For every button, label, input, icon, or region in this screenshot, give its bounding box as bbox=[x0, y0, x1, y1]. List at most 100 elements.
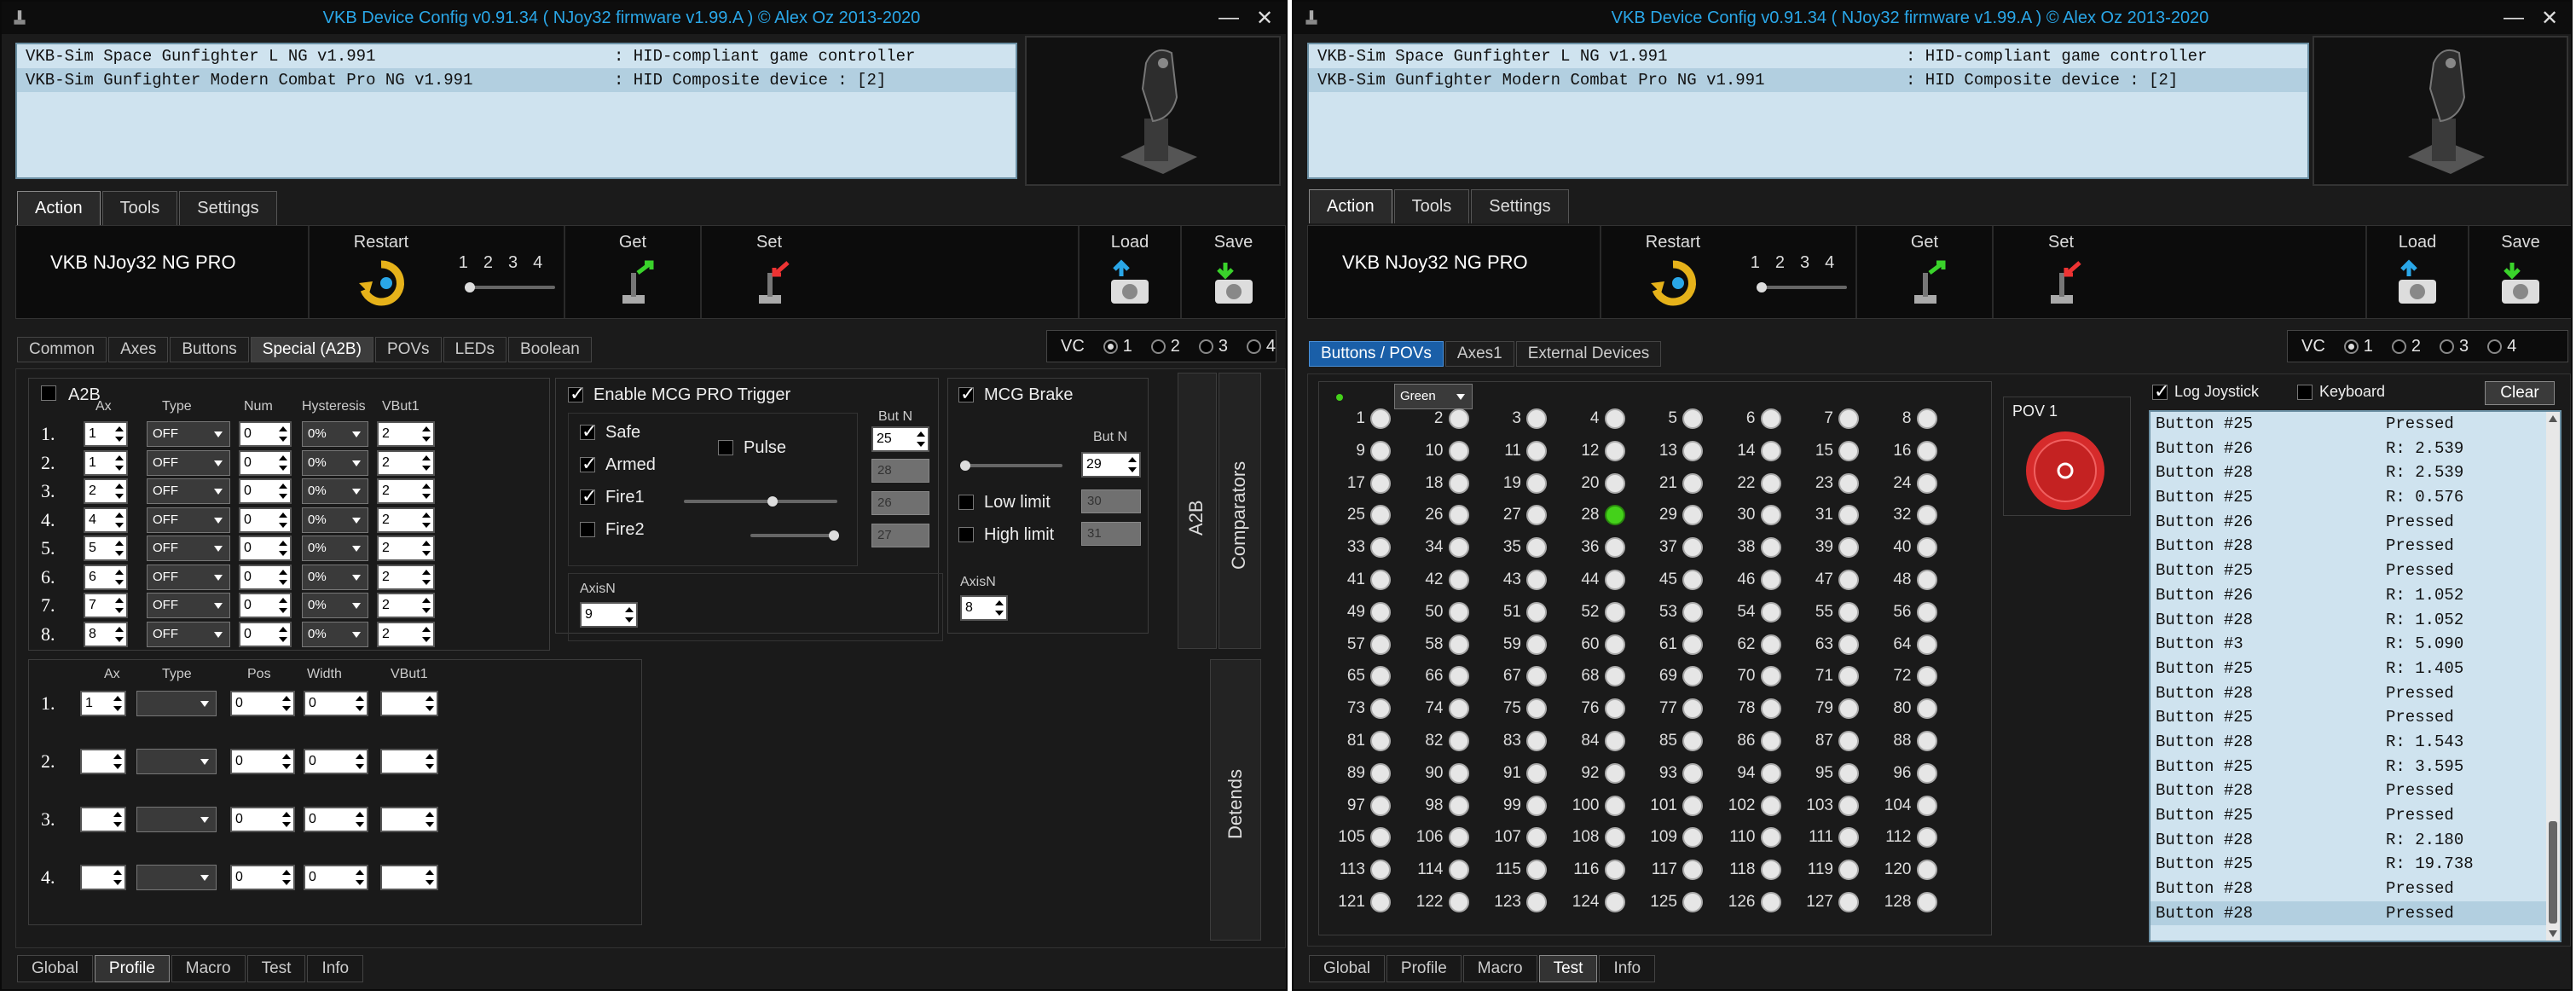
detent-pos-spinner[interactable]: 0 bbox=[230, 807, 295, 832]
subtab-external-devices[interactable]: External Devices bbox=[1515, 341, 1662, 367]
minimize-button[interactable]: — bbox=[2499, 5, 2528, 31]
detent-vbut-spinner[interactable] bbox=[380, 865, 438, 890]
a2b-num-spinner[interactable]: 0 bbox=[239, 507, 292, 533]
a2b-type-select[interactable]: OFF bbox=[147, 564, 230, 590]
detent-axis-spinner[interactable]: 1 bbox=[80, 691, 126, 716]
safe-button-number[interactable]: 25 bbox=[871, 426, 929, 452]
bottom-tab-macro[interactable]: Macro bbox=[1462, 955, 1537, 982]
keyboard-checkbox[interactable] bbox=[2297, 385, 2313, 400]
fire1-checkbox[interactable] bbox=[580, 485, 597, 507]
close-button[interactable]: ✕ bbox=[2535, 5, 2564, 31]
detent-axis-spinner[interactable] bbox=[80, 807, 126, 832]
detent-width-spinner[interactable]: 0 bbox=[304, 865, 368, 890]
log-scroll-thumb[interactable] bbox=[2549, 821, 2557, 924]
detent-type-select[interactable] bbox=[136, 691, 217, 716]
vc-radio[interactable] bbox=[2391, 339, 2406, 354]
virtual-controller-selector[interactable]: VC 1 2 3 4 bbox=[1046, 330, 1276, 362]
slot-slider[interactable] bbox=[1757, 282, 1847, 292]
vc-radio[interactable] bbox=[1150, 339, 1166, 354]
clear-log-button[interactable]: Clear bbox=[2485, 381, 2555, 405]
slot-selector[interactable]: 1234 bbox=[453, 226, 564, 318]
detents-vertical-tab[interactable]: Detends bbox=[1210, 659, 1261, 941]
tab-tools[interactable]: Tools bbox=[1393, 189, 1470, 223]
a2b-type-select[interactable]: OFF bbox=[147, 593, 230, 618]
a2b-axis-spinner[interactable]: 2 bbox=[84, 478, 128, 504]
a2b-num-spinner[interactable]: 0 bbox=[239, 421, 292, 447]
a2b-num-spinner[interactable]: 0 bbox=[239, 593, 292, 618]
a2b-vbut-spinner[interactable]: 2 bbox=[377, 621, 435, 647]
a2b-hysteresis-select[interactable]: 0% bbox=[302, 421, 368, 447]
a2b-type-select[interactable]: OFF bbox=[147, 478, 230, 504]
detent-vbut-spinner[interactable] bbox=[380, 691, 438, 716]
safe-checkbox[interactable] bbox=[580, 420, 597, 443]
slot-slider[interactable] bbox=[465, 282, 555, 292]
tab-action[interactable]: Action bbox=[1309, 189, 1392, 223]
a2b-axis-spinner[interactable]: 1 bbox=[84, 421, 128, 447]
a2b-axis-spinner[interactable]: 1 bbox=[84, 449, 128, 476]
a2b-type-select[interactable]: OFF bbox=[147, 621, 230, 647]
detent-pos-spinner[interactable]: 0 bbox=[230, 749, 295, 774]
get-button[interactable]: Get bbox=[564, 226, 700, 318]
set-button[interactable]: Set bbox=[1992, 226, 2128, 318]
input-log[interactable]: Button #25 Pressed Button #26 R: 2.539 Butto… bbox=[2149, 410, 2562, 942]
a2b-num-spinner[interactable]: 0 bbox=[239, 564, 292, 590]
fire1-slider[interactable] bbox=[684, 496, 837, 507]
comparators-vertical-tab[interactable]: Comparators bbox=[1219, 373, 1261, 649]
a2b-checkbox[interactable] bbox=[41, 385, 56, 401]
brake-slider[interactable] bbox=[960, 460, 1062, 471]
minimize-button[interactable]: — bbox=[1214, 5, 1243, 31]
a2b-vbut-spinner[interactable]: 2 bbox=[377, 478, 435, 504]
a2b-axis-spinner[interactable]: 8 bbox=[84, 621, 128, 647]
vc-radio[interactable] bbox=[1198, 339, 1213, 354]
a2b-axis-spinner[interactable]: 7 bbox=[84, 593, 128, 618]
detent-width-spinner[interactable]: 0 bbox=[304, 691, 368, 716]
vc-radio[interactable] bbox=[2487, 339, 2503, 354]
device-item[interactable]: VKB-Sim Gunfighter Modern Combat Pro NG … bbox=[1309, 68, 2307, 92]
bottom-tab-test[interactable]: Test bbox=[246, 955, 306, 982]
a2b-type-select[interactable]: OFF bbox=[147, 507, 230, 533]
fire2-checkbox[interactable] bbox=[580, 522, 595, 537]
bottom-tab-info[interactable]: Info bbox=[1599, 955, 1656, 982]
detent-axis-spinner[interactable] bbox=[80, 749, 126, 774]
a2b-axis-spinner[interactable]: 6 bbox=[84, 564, 128, 590]
a2b-axis-spinner[interactable]: 4 bbox=[84, 507, 128, 533]
device-item[interactable]: VKB-Sim Space Gunfighter L NG v1.991: HI… bbox=[1309, 44, 2307, 68]
a2b-vbut-spinner[interactable]: 2 bbox=[377, 507, 435, 533]
close-button[interactable]: ✕ bbox=[1250, 5, 1279, 31]
device-item[interactable]: VKB-Sim Gunfighter Modern Combat Pro NG … bbox=[17, 68, 1016, 92]
a2b-vbut-spinner[interactable]: 2 bbox=[377, 564, 435, 590]
detent-axis-spinner[interactable] bbox=[80, 865, 126, 890]
a2b-vertical-tab[interactable]: A2B bbox=[1178, 373, 1217, 649]
a2b-type-select[interactable]: OFF bbox=[147, 449, 230, 476]
device-list[interactable]: VKB-Sim Space Gunfighter L NG v1.991: HI… bbox=[1307, 43, 2309, 179]
vc-radio[interactable] bbox=[1246, 339, 1261, 354]
bottom-tab-global[interactable]: Global bbox=[1309, 955, 1385, 982]
bottom-tab-macro[interactable]: Macro bbox=[171, 955, 246, 982]
vc-radio[interactable] bbox=[2440, 339, 2455, 354]
restart-button[interactable]: Restart bbox=[308, 226, 453, 318]
device-item[interactable]: VKB-Sim Space Gunfighter L NG v1.991: HI… bbox=[17, 44, 1016, 68]
set-button[interactable]: Set bbox=[700, 226, 836, 318]
detent-width-spinner[interactable]: 0 bbox=[304, 807, 368, 832]
detent-pos-spinner[interactable]: 0 bbox=[230, 865, 295, 890]
tab-settings[interactable]: Settings bbox=[1471, 189, 1569, 223]
slot-selector[interactable]: 1234 bbox=[1745, 226, 1855, 318]
detent-vbut-spinner[interactable] bbox=[380, 749, 438, 774]
log-joystick-checkbox[interactable] bbox=[2152, 380, 2169, 402]
a2b-hysteresis-select[interactable]: 0% bbox=[302, 478, 368, 504]
detent-vbut-spinner[interactable] bbox=[380, 807, 438, 832]
a2b-hysteresis-select[interactable]: 0% bbox=[302, 449, 368, 476]
subtab-buttons-povs[interactable]: Buttons / POVs bbox=[1309, 341, 1444, 367]
get-button[interactable]: Get bbox=[1855, 226, 1992, 318]
mcg-brake-checkbox[interactable] bbox=[958, 383, 975, 405]
a2b-vbut-spinner[interactable]: 2 bbox=[377, 536, 435, 561]
enable-mcg-checkbox[interactable] bbox=[568, 383, 585, 405]
brake-button-number[interactable]: 29 bbox=[1081, 452, 1141, 478]
a2b-axis-spinner[interactable]: 5 bbox=[84, 536, 128, 561]
a2b-vbut-spinner[interactable]: 2 bbox=[377, 449, 435, 476]
pulse-checkbox[interactable] bbox=[718, 440, 733, 455]
log-scrollbar[interactable] bbox=[2546, 412, 2560, 941]
load-button[interactable]: Load bbox=[1078, 226, 1180, 318]
a2b-type-select[interactable]: OFF bbox=[147, 536, 230, 561]
subtab-povs[interactable]: POVs bbox=[374, 337, 442, 362]
